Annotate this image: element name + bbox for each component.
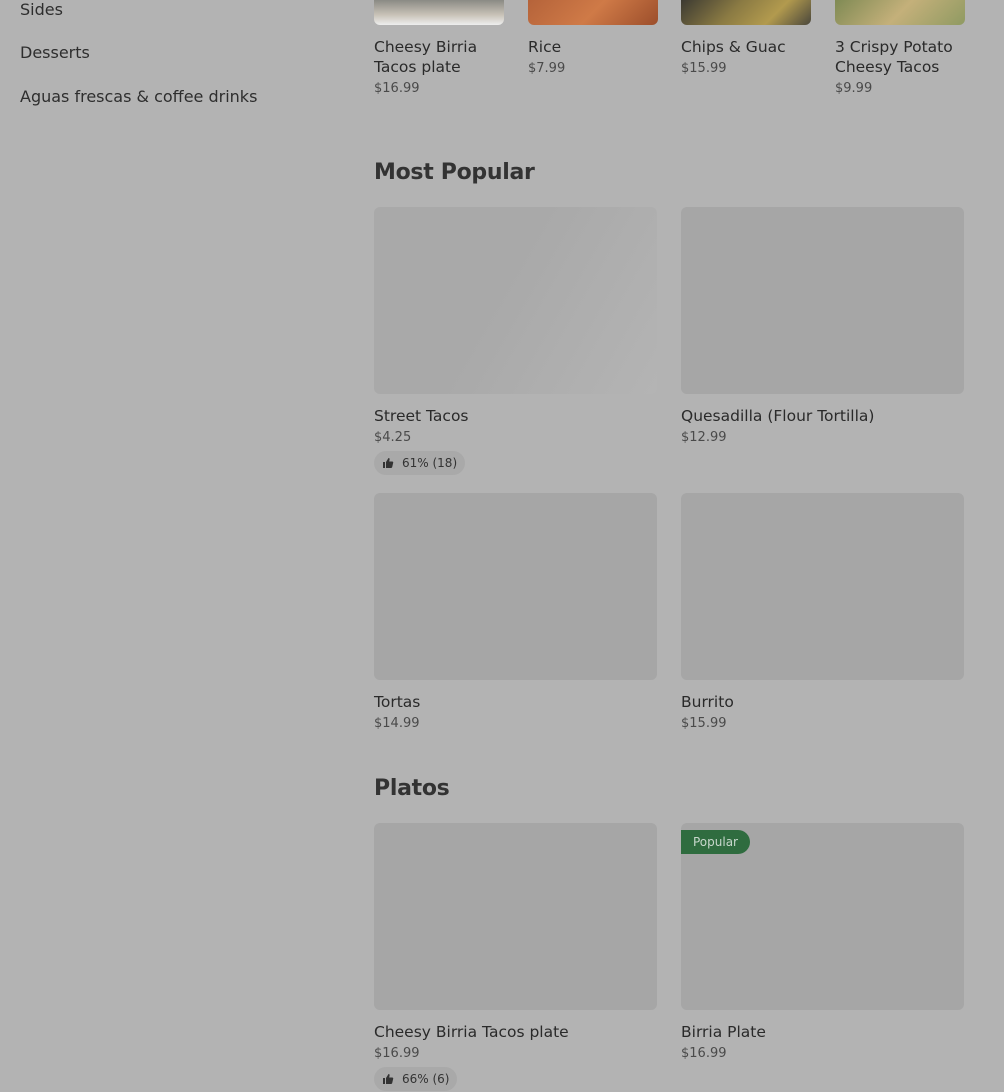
menu-item-card[interactable]: Burrito $15.99 [681, 493, 964, 731]
item-name: Chips & Guac [681, 38, 786, 56]
sidebar-item-desserts[interactable]: Desserts [20, 43, 90, 62]
menu-item-card[interactable]: Quesadilla (Flour Tortilla) $12.99 [681, 207, 964, 445]
featured-item[interactable]: Chips & Guac $15.99 [681, 0, 811, 76]
sidebar-item-aguas-frescas[interactable]: Aguas frescas & coffee drinks [20, 87, 257, 106]
item-price: $4.25 [374, 430, 412, 445]
item-price: $16.99 [681, 1046, 727, 1061]
menu-item-card[interactable]: Tortas $14.99 [374, 493, 657, 731]
item-price: $12.99 [681, 430, 727, 445]
popular-badge: Popular [681, 830, 750, 854]
item-name: Cheesy Birria Tacos plate [374, 38, 478, 76]
item-price: $14.99 [374, 716, 420, 731]
item-image [681, 0, 811, 25]
item-image [528, 0, 658, 25]
thumbs-up-icon [383, 458, 394, 468]
featured-item[interactable]: 3 Crispy Potato Cheesy Tacos $9.99 [835, 0, 965, 96]
menu-item-card[interactable]: Cheesy Birria Tacos plate $16.99 66% (6) [374, 823, 657, 1091]
item-name: 3 Crispy Potato Cheesy Tacos [835, 38, 953, 76]
item-price: $16.99 [374, 1046, 420, 1061]
item-name: Rice [528, 38, 562, 56]
menu-item-card[interactable]: Street Tacos $4.25 61% (18) [374, 207, 657, 475]
item-price: $15.99 [681, 61, 727, 76]
item-image [374, 207, 657, 394]
rating-text: 61% (18) [402, 456, 458, 470]
item-name: Street Tacos [374, 407, 469, 425]
thumbs-up-icon [383, 1074, 394, 1084]
item-name: Tortas [374, 693, 421, 711]
section-title-platos: Platos [374, 776, 450, 801]
item-image [374, 0, 504, 25]
item-image: Popular [681, 823, 964, 1010]
item-price: $16.99 [374, 81, 420, 96]
item-price: $7.99 [528, 61, 566, 76]
rating-text: 66% (6) [402, 1072, 450, 1086]
item-name: Cheesy Birria Tacos plate [374, 1023, 569, 1041]
menu-item-card[interactable]: Popular Birria Plate $16.99 [681, 823, 964, 1061]
item-price: $15.99 [681, 716, 727, 731]
item-image [681, 493, 964, 680]
item-image [374, 823, 657, 1010]
item-price: $9.99 [835, 81, 873, 96]
item-image [374, 493, 657, 680]
rating-badge: 66% (6) [374, 1067, 458, 1091]
item-image [835, 0, 965, 25]
rating-badge: 61% (18) [374, 451, 466, 475]
featured-items-carousel: Cheesy Birria Tacos plate $16.99 Rice $7… [374, 0, 965, 100]
featured-item[interactable]: Cheesy Birria Tacos plate $16.99 [374, 0, 504, 96]
item-name: Birria Plate [681, 1023, 766, 1041]
sidebar-item-sides[interactable]: Sides [20, 0, 63, 19]
section-title-most-popular: Most Popular [374, 160, 535, 185]
item-name: Quesadilla (Flour Tortilla) [681, 407, 875, 425]
featured-item[interactable]: Rice $7.99 [528, 0, 658, 76]
item-name: Burrito [681, 693, 734, 711]
item-image [681, 207, 964, 394]
